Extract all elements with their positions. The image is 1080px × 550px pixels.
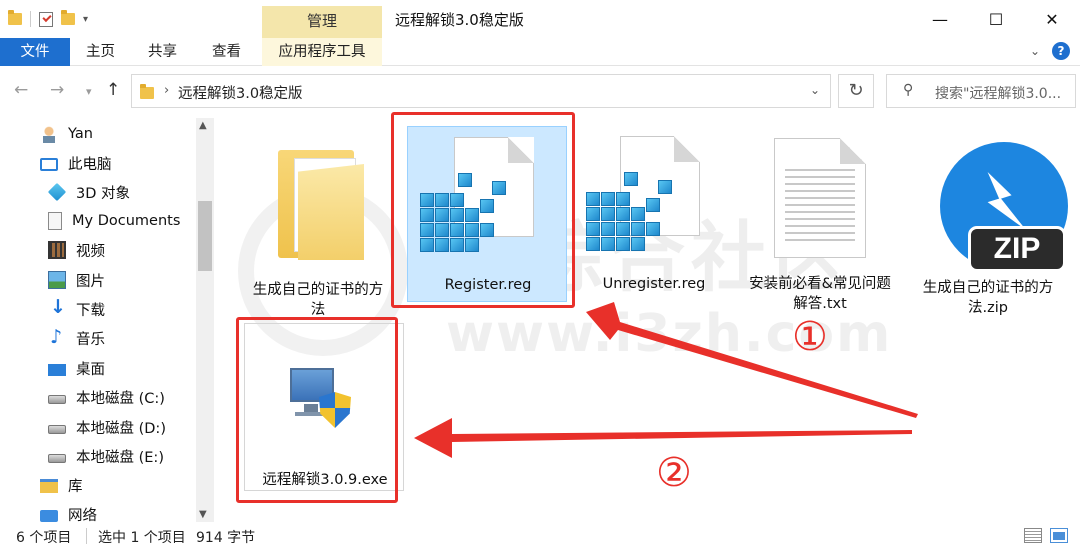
chevron-right-icon[interactable]: › — [164, 83, 169, 98]
chevron-down-icon[interactable]: ⌄ — [1030, 44, 1040, 58]
tab-share[interactable]: 共享 — [148, 38, 177, 66]
recent-dropdown-icon[interactable]: ▾ — [86, 85, 92, 98]
cube-icon — [47, 182, 67, 202]
tab-home[interactable]: 主页 — [86, 38, 115, 66]
nav-item-disk-e[interactable]: 本地磁盘 (E:) — [48, 443, 164, 469]
nav-item-user[interactable]: Yan — [40, 121, 93, 147]
arrow-to-register — [586, 302, 918, 418]
network-icon — [40, 509, 58, 522]
tab-file[interactable]: 文件 — [0, 38, 70, 66]
picture-icon — [48, 271, 66, 289]
ribbon-tabs: 文件 主页 共享 查看 应用程序工具 ⌄ ? — [0, 38, 1080, 66]
chevron-down-icon[interactable]: ▾ — [83, 14, 88, 25]
nav-item-disk-c[interactable]: 本地磁盘 (C:) — [48, 384, 165, 410]
document-icon — [48, 212, 62, 230]
disk-icon — [48, 454, 66, 463]
file-list: i3综合社区 www.i3zh.com 生成自己的证书的方 法 Register… — [216, 112, 1080, 522]
nav-item-my-documents[interactable]: My Documents — [48, 208, 180, 234]
selection-size: 914 字节 — [196, 530, 256, 546]
ribbon-right: ⌄ ? — [1030, 42, 1070, 60]
nav-item-label: 3D 对象 — [76, 185, 130, 202]
tab-app-tools[interactable]: 应用程序工具 — [262, 38, 382, 66]
nav-item-label: 此电脑 — [68, 156, 112, 173]
nav-item-label: My Documents — [72, 213, 181, 229]
large-icons-view-icon[interactable] — [1050, 528, 1068, 543]
nav-item-label: Yan — [68, 126, 93, 142]
nav-item-label: 下载 — [76, 302, 105, 319]
step-2-label: ② — [656, 450, 692, 496]
search-placeholder: 搜索"远程解锁3.0... — [935, 86, 1062, 102]
close-button[interactable]: ✕ — [1024, 0, 1080, 38]
chevron-down-icon[interactable]: ⌄ — [810, 83, 820, 97]
user-icon — [40, 125, 58, 143]
nav-scrollbar[interactable]: ▲ ▼ — [196, 118, 214, 522]
properties-icon[interactable] — [39, 11, 53, 27]
nav-item-label: 音乐 — [76, 331, 105, 348]
forward-arrow-icon[interactable]: → — [50, 80, 64, 100]
nav-item-music[interactable]: 音乐 — [48, 325, 105, 351]
nav-item-label: 本地磁盘 (C:) — [76, 390, 165, 407]
scroll-down-icon[interactable]: ▼ — [199, 509, 207, 520]
selection-count: 选中 1 个项目 — [98, 530, 186, 546]
refresh-button[interactable]: ↻ — [838, 74, 874, 108]
annotation-arrows — [414, 302, 918, 458]
scroll-up-icon[interactable]: ▲ — [199, 120, 207, 131]
nav-item-label: 本地磁盘 (D:) — [76, 420, 166, 437]
folder-icon[interactable] — [8, 10, 22, 25]
separator — [86, 528, 87, 544]
download-icon — [48, 296, 66, 318]
scrollbar-thumb[interactable] — [198, 201, 212, 271]
nav-item-label: 图片 — [76, 273, 105, 290]
nav-item-pictures[interactable]: 图片 — [48, 267, 105, 293]
minimize-button[interactable]: — — [912, 0, 968, 38]
nav-item-downloads[interactable]: 下载 — [48, 296, 105, 322]
item-count: 6 个项目 — [16, 530, 72, 546]
music-icon — [48, 326, 66, 348]
tab-view[interactable]: 查看 — [212, 38, 241, 66]
nav-item-desktop[interactable]: 桌面 — [48, 355, 105, 381]
nav-item-this-pc[interactable]: 此电脑 — [40, 150, 112, 176]
navigation-pane: Yan 此电脑 3D 对象 My Documents 视频 图片 下载 音乐 桌… — [0, 116, 215, 524]
new-folder-icon[interactable] — [61, 10, 75, 25]
tab-manage[interactable]: 管理 — [262, 6, 382, 38]
disk-icon — [48, 425, 66, 434]
maximize-button[interactable]: ☐ — [968, 0, 1024, 38]
navigation-bar: ← → ▾ ↑ › 远程解锁3.0稳定版 ⌄ ↻ ⚲ 搜索"远程解锁3.0... — [0, 66, 1080, 116]
nav-item-label: 桌面 — [76, 361, 105, 378]
library-icon — [40, 479, 58, 493]
quick-access-toolbar: ▾ — [8, 8, 88, 30]
up-arrow-icon[interactable]: ↑ — [106, 80, 120, 100]
address-path[interactable]: 远程解锁3.0稳定版 — [178, 82, 303, 103]
nav-item-disk-d[interactable]: 本地磁盘 (D:) — [48, 414, 166, 440]
title-bar: ▾ 管理 远程解锁3.0稳定版 — ☐ ✕ — [0, 0, 1080, 38]
details-view-icon[interactable] — [1024, 528, 1042, 543]
window-controls: — ☐ ✕ — [912, 0, 1080, 38]
status-bar: 6 个项目 选中 1 个项目 914 字节 — [0, 522, 1080, 550]
nav-item-label: 视频 — [76, 243, 105, 260]
nav-item-label: 本地磁盘 (E:) — [76, 449, 164, 466]
disk-icon — [48, 395, 66, 404]
window-title: 远程解锁3.0稳定版 — [395, 11, 524, 29]
back-arrow-icon[interactable]: ← — [14, 80, 28, 100]
separator — [30, 11, 31, 27]
video-icon — [48, 241, 66, 259]
nav-item-3d-objects[interactable]: 3D 对象 — [47, 179, 130, 205]
search-icon: ⚲ — [903, 82, 914, 98]
step-1-label: ① — [792, 314, 828, 360]
pc-icon — [40, 157, 58, 171]
nav-item-videos[interactable]: 视频 — [48, 237, 105, 263]
address-bar[interactable]: › 远程解锁3.0稳定版 ⌄ — [131, 74, 831, 108]
nav-item-label: 库 — [68, 478, 83, 495]
help-icon[interactable]: ? — [1052, 42, 1070, 60]
search-input[interactable]: ⚲ 搜索"远程解锁3.0... — [886, 74, 1076, 108]
folder-icon — [140, 84, 154, 99]
desktop-icon — [48, 363, 66, 376]
nav-item-libraries[interactable]: 库 — [40, 472, 83, 498]
